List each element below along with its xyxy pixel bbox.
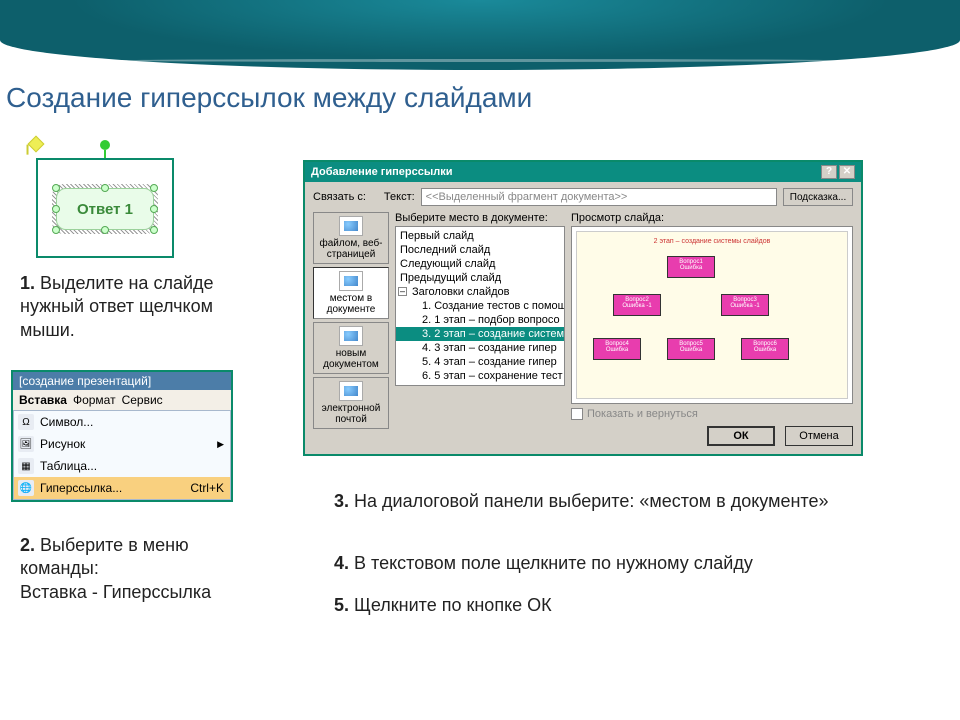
step-5-text: 5. Щелкните по кнопке ОК [334,594,854,617]
help-button[interactable]: ? [821,165,837,179]
dialog-title-text: Добавление гиперссылки [311,166,452,178]
checkbox-icon[interactable] [571,408,583,420]
menu-item-symbol[interactable]: ΩСимвол... [14,411,230,433]
link-with-label: Связать с: [313,191,366,203]
menu-insert[interactable]: Вставка [19,393,67,407]
preview-node: Вопрос2 Ошибка -1 [613,294,661,316]
sidebar-item-new-doc[interactable]: новым документом [313,322,389,374]
link-target-sidebar: файлом, веб-страницей местом в документе… [313,212,389,446]
step-1-text: 1. Выделите на слайде нужный ответ щелчк… [20,272,265,342]
step-4-text: 4. В текстовом поле щелкните по нужному … [334,552,854,575]
tree-item[interactable]: Предыдущий слайд [396,271,564,285]
top-ribbon [0,0,960,70]
file-web-icon [339,216,363,236]
menu-bar: Вставка Формат Сервис [13,390,231,410]
ok-button[interactable]: ОК [707,426,775,446]
menu-format[interactable]: Формат [73,393,116,407]
sidebar-item-email[interactable]: электронной почтой [313,377,389,429]
slide-tree[interactable]: Первый слайд Последний слайд Следующий с… [395,226,565,386]
preview-label: Просмотр слайда: [571,212,853,224]
tree-item-selected[interactable]: 3. 2 этап – создание систем [396,327,564,341]
preview-canvas: 2 этап – создание системы слайдов Вопрос… [576,231,848,399]
answer-button-label: Ответ 1 [77,201,133,218]
preview-title: 2 этап – создание системы слайдов [577,238,847,245]
menu-screenshot: [создание презентаций] Вставка Формат Се… [11,370,233,502]
choose-place-label: Выберите место в документе: [395,212,565,224]
rotate-handle-icon [100,140,110,150]
tree-item[interactable]: 1. Создание тестов с помощ [396,299,564,313]
email-icon [339,381,363,401]
picture-icon: 🖼 [18,436,34,452]
symbol-icon: Ω [18,414,34,430]
cancel-button[interactable]: Отмена [785,426,853,446]
preview-node: Вопрос6 Ошибка [741,338,789,360]
page-title: Создание гиперссылок между слайдами [6,82,532,114]
hyperlink-dialog: Добавление гиперссылки ? ✕ Связать с: Те… [303,160,863,456]
new-doc-icon [339,326,363,346]
tree-item[interactable]: 4. 3 этап – создание гипер [396,341,564,355]
tree-item[interactable]: 5. 4 этап – создание гипер [396,355,564,369]
preview-node: Вопрос4 Ошибка [593,338,641,360]
sidebar-item-place-in-doc[interactable]: местом в документе [313,267,389,319]
table-icon: ▦ [18,458,34,474]
tree-item[interactable]: Следующий слайд [396,257,564,271]
menu-item-hyperlink[interactable]: 🌐Гиперссылка...Ctrl+K [14,477,230,499]
collapse-icon[interactable]: – [398,287,407,296]
tree-item[interactable]: Последний слайд [396,243,564,257]
close-button[interactable]: ✕ [839,165,855,179]
doc-place-icon [339,271,363,291]
preview-node: Вопрос5 Ошибка [667,338,715,360]
step-3-text: 3. На диалоговой панели выберите: «место… [334,490,854,513]
shortcut-label: Ctrl+K [190,481,224,495]
window-title-bar: [создание презентаций] [13,372,231,390]
dialog-title-bar: Добавление гиперссылки ? ✕ [305,162,861,182]
text-input[interactable] [421,188,777,206]
show-return-checkbox[interactable]: Показать и вернуться [571,408,853,420]
diamond-handle-icon [28,136,45,153]
chevron-right-icon: ▶ [217,439,224,450]
tree-item[interactable]: 2. 1 этап – подбор вопросо [396,313,564,327]
menu-dropdown: ΩСимвол... 🖼Рисунок▶ ▦Таблица... 🌐Гиперс… [13,410,231,500]
preview-node: Вопрос1 Ошибка [667,256,715,278]
resize-handle-icon [52,184,60,192]
slide-preview: 2 этап – создание системы слайдов Вопрос… [571,226,853,404]
tip-button[interactable]: Подсказка... [783,188,853,206]
menu-item-picture[interactable]: 🖼Рисунок▶ [14,433,230,455]
text-label: Текст: [384,191,415,203]
menu-item-table[interactable]: ▦Таблица... [14,455,230,477]
tree-item[interactable]: Первый слайд [396,229,564,243]
tree-header[interactable]: –Заголовки слайдов [396,285,564,299]
globe-link-icon: 🌐 [18,480,34,496]
answer-button: Ответ 1 [56,188,154,230]
sidebar-item-file-web[interactable]: файлом, веб-страницей [313,212,389,264]
tree-item[interactable]: 6. 5 этап – сохранение тест [396,369,564,383]
menu-service[interactable]: Сервис [122,393,163,407]
answer-shape-illustration: Ответ 1 [36,158,174,258]
step-2-text: 2. Выберите в меню команды:Вставка - Гип… [20,534,265,604]
preview-node: Вопрос3 Ошибка -1 [721,294,769,316]
